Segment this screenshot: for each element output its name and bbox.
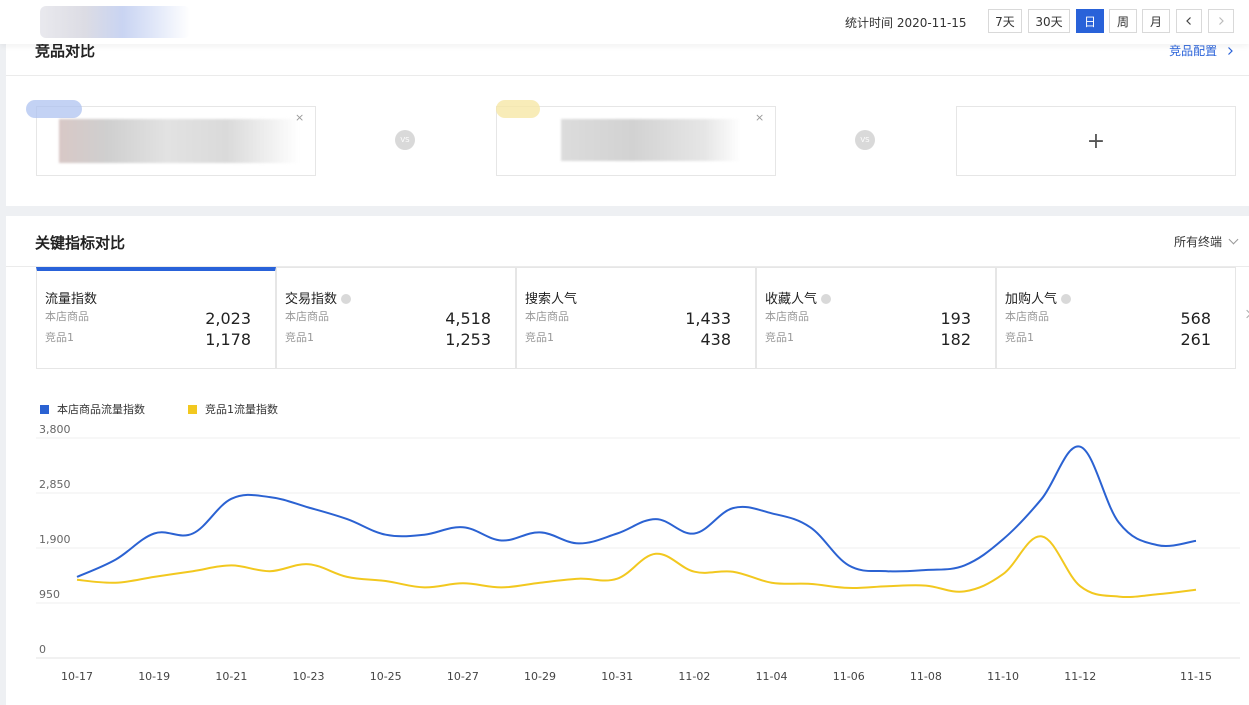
stat-time-label: 统计时间 2020-11-15 [845, 16, 967, 30]
terminal-select[interactable]: 所有终端 [1173, 233, 1239, 250]
terminal-select-value: 所有终端 [1173, 235, 1222, 249]
competitor-1-card[interactable]: × [496, 106, 776, 176]
legend-swatch [188, 404, 197, 414]
range-day-button[interactable]: 日 [1076, 9, 1104, 33]
metric-label-competitor: 竞品1 [45, 331, 74, 344]
range-month-button[interactable]: 月 [1142, 9, 1170, 33]
metric-value-competitor: 1,178 [205, 330, 251, 349]
top-bar: 统计时间 2020-11-15 7天 30天 日 周 月 [0, 0, 1249, 44]
add-competitor-card[interactable]: + [956, 106, 1236, 176]
compare-panel-divider [6, 75, 1249, 76]
blurred-competitor-tag [496, 100, 540, 118]
metric-tab-trade-index[interactable]: 交易指数 本店商品 4,518 竞品1 1,253 [276, 267, 516, 369]
legend-label: 本店商品流量指数 [57, 403, 145, 416]
close-icon[interactable]: × [295, 111, 304, 124]
metric-label-competitor: 竞品1 [765, 331, 794, 344]
plus-icon: + [1086, 128, 1106, 154]
metric-label-own: 本店商品 [285, 310, 329, 323]
metric-value-competitor: 438 [700, 330, 731, 349]
key-metrics-panel: 关键指标对比 所有终端 流量指数 本店商品 2,023 竞品1 1,178 交易… [6, 216, 1249, 705]
metric-title: 收藏人气 [765, 288, 832, 307]
metric-value-own: 193 [940, 309, 971, 328]
metric-value-competitor: 1,253 [445, 330, 491, 349]
metric-title: 加购人气 [1005, 288, 1072, 307]
own-product-card[interactable]: × [36, 106, 316, 176]
range-7-days-button[interactable]: 7天 [988, 9, 1022, 33]
blurred-product-info [59, 119, 299, 163]
metric-label-own: 本店商品 [525, 310, 569, 323]
metric-title-text: 加购人气 [1005, 292, 1058, 307]
legend-swatch [40, 404, 49, 414]
metric-label-own: 本店商品 [765, 310, 809, 323]
metric-tab-traffic-index[interactable]: 流量指数 本店商品 2,023 竞品1 1,178 [36, 267, 276, 369]
legend-label: 竞品1流量指数 [205, 403, 278, 416]
metric-label-competitor: 竞品1 [1005, 331, 1034, 344]
info-icon[interactable] [341, 294, 352, 304]
chevron-right-icon [1219, 17, 1224, 25]
range-30-days-button[interactable]: 30天 [1028, 9, 1070, 33]
prev-date-button[interactable] [1176, 9, 1202, 33]
metric-title-text: 交易指数 [285, 292, 338, 307]
close-icon[interactable]: × [755, 111, 764, 124]
metric-title-text: 搜索人气 [525, 292, 578, 307]
info-icon[interactable] [1061, 294, 1072, 304]
blurred-shop-tag [26, 100, 82, 118]
vs-badge: VS [395, 130, 415, 150]
metric-value-competitor: 182 [940, 330, 971, 349]
blurred-competitor-info [561, 119, 741, 161]
metric-title: 交易指数 [285, 288, 352, 307]
metric-tab-favorite-popularity[interactable]: 收藏人气 本店商品 193 竞品1 182 [756, 267, 996, 369]
metric-value-own: 568 [1180, 309, 1211, 328]
chevron-right-icon [1228, 47, 1233, 55]
legend-item-competitor[interactable]: 竞品1流量指数 [188, 401, 278, 417]
blurred-shop-logo [40, 6, 190, 38]
chevron-left-icon [1186, 17, 1191, 25]
chevron-right-icon[interactable] [1242, 309, 1249, 319]
metric-label-own: 本店商品 [1005, 310, 1049, 323]
metric-value-own: 2,023 [205, 309, 251, 328]
chevron-down-icon [1228, 234, 1239, 245]
metric-value-own: 1,433 [685, 309, 731, 328]
metric-title: 搜索人气 [525, 288, 577, 307]
next-date-button[interactable] [1208, 9, 1234, 33]
metrics-panel-title: 关键指标对比 [35, 234, 126, 252]
metric-label-own: 本店商品 [45, 310, 89, 323]
legend-item-own[interactable]: 本店商品流量指数 [40, 401, 145, 417]
metric-value-competitor: 261 [1180, 330, 1211, 349]
metric-value-own: 4,518 [445, 309, 491, 328]
metric-label-competitor: 竞品1 [525, 331, 554, 344]
metric-tab-search-popularity[interactable]: 搜索人气 本店商品 1,433 竞品1 438 [516, 267, 756, 369]
info-icon[interactable] [821, 294, 832, 304]
metric-tab-cart-popularity[interactable]: 加购人气 本店商品 568 竞品1 261 [996, 267, 1236, 369]
metric-title-text: 收藏人气 [765, 292, 818, 307]
metric-label-competitor: 竞品1 [285, 331, 314, 344]
competitor-config-link[interactable]: 竞品配置 [1169, 42, 1235, 59]
vs-badge: VS [855, 130, 875, 150]
metric-title: 流量指数 [45, 288, 97, 307]
metric-title-text: 流量指数 [45, 292, 98, 307]
competitor-config-label: 竞品配置 [1169, 44, 1218, 58]
range-week-button[interactable]: 周 [1109, 9, 1137, 33]
